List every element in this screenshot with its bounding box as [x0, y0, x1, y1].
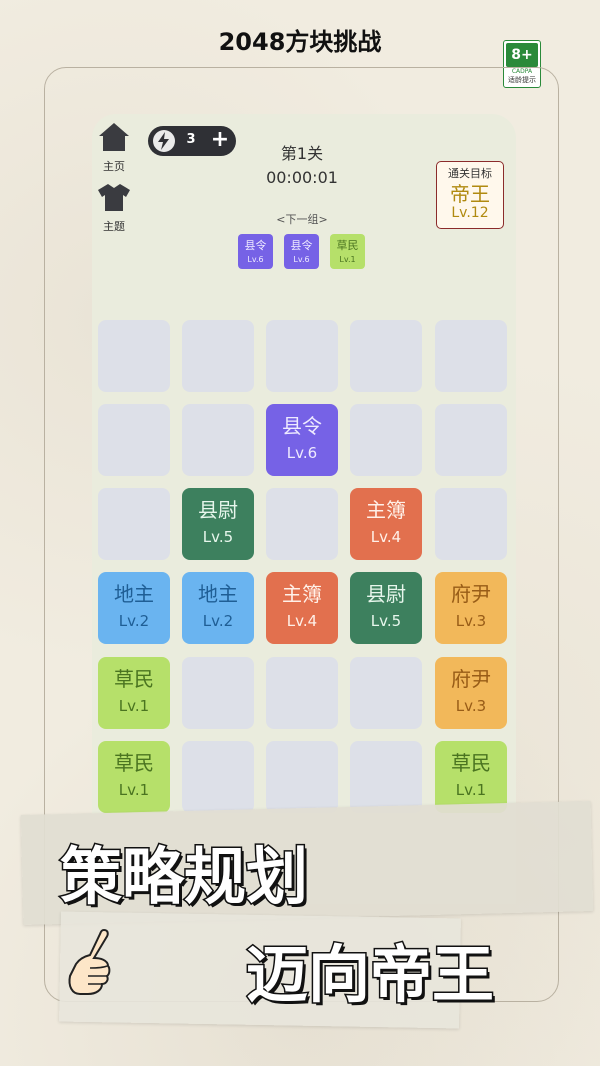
goal-label: 通关目标 — [448, 167, 492, 180]
age-rating: 8+ — [506, 43, 538, 67]
board-tile[interactable]: 府尹 Lv.3 — [435, 572, 507, 644]
slogan-line-2: 迈向帝王 — [244, 937, 495, 1013]
board-cell-empty[interactable] — [98, 320, 170, 392]
next-piece: 草民 Lv.1 — [330, 234, 365, 269]
next-piece-name: 县令 — [244, 239, 267, 252]
theme-label: 主题 — [103, 220, 125, 233]
tile-name: 县令 — [282, 414, 322, 438]
board-tile[interactable]: 主簿 Lv.4 — [266, 572, 338, 644]
board-tile[interactable]: 草民 Lv.1 — [98, 657, 170, 729]
board-cell-empty[interactable] — [435, 488, 507, 560]
tile-name: 地主 — [198, 582, 238, 606]
tile-name: 主簿 — [366, 498, 406, 522]
board-cell-empty[interactable] — [182, 657, 254, 729]
board-cell-empty[interactable] — [182, 404, 254, 476]
tile-level: Lv.3 — [455, 612, 487, 630]
board-cell-empty[interactable] — [435, 320, 507, 392]
board-cell-empty[interactable] — [350, 657, 422, 729]
next-piece-name: 县令 — [290, 239, 313, 252]
tile-level: Lv.1 — [118, 781, 150, 799]
board-cell-empty[interactable] — [98, 488, 170, 560]
tile-name: 草民 — [451, 751, 491, 775]
slogan-line-1: 策略规划 — [58, 839, 309, 915]
pointing-hand-icon — [68, 928, 111, 995]
home-icon — [99, 123, 129, 151]
board-tile[interactable]: 草民 Lv.1 — [435, 741, 507, 813]
theme-button[interactable]: 主题 — [96, 182, 132, 234]
board-cell-empty[interactable] — [350, 741, 422, 813]
tile-level: Lv.1 — [455, 781, 487, 799]
next-piece-level: Lv.1 — [339, 255, 356, 264]
board-tile[interactable]: 县令 Lv.6 — [266, 404, 338, 476]
shirt-icon — [98, 184, 130, 211]
tile-name: 县尉 — [198, 498, 238, 522]
board-cell-empty[interactable] — [350, 404, 422, 476]
goal-level: Lv.12 — [451, 205, 489, 221]
next-piece-level: Lv.6 — [293, 255, 310, 264]
board-cell-empty[interactable] — [350, 320, 422, 392]
level-title: 第1关 — [280, 144, 324, 163]
tile-name: 草民 — [114, 751, 154, 775]
tile-name: 草民 — [114, 667, 154, 691]
home-label: 主页 — [103, 160, 125, 173]
home-button[interactable]: 主页 — [96, 122, 132, 174]
next-piece-name: 草民 — [336, 239, 359, 252]
board-cell-empty[interactable] — [266, 741, 338, 813]
add-energy-button[interactable]: + — [208, 127, 232, 153]
board-cell-empty[interactable] — [266, 488, 338, 560]
board-cell-empty[interactable] — [182, 320, 254, 392]
goal-card: 通关目标 帝王 Lv.12 — [436, 161, 504, 229]
tile-level: Lv.5 — [370, 612, 402, 630]
board-tile[interactable]: 府尹 Lv.3 — [435, 657, 507, 729]
board-tile[interactable]: 县尉 Lv.5 — [182, 488, 254, 560]
tile-level: Lv.2 — [202, 612, 234, 630]
board-tile[interactable]: 草民 Lv.1 — [98, 741, 170, 813]
tile-level: Lv.5 — [202, 528, 234, 546]
tile-name: 县尉 — [366, 582, 406, 606]
tile-name: 府尹 — [451, 667, 491, 691]
next-group-label: <下一组> — [276, 213, 328, 226]
tile-level: Lv.1 — [118, 697, 150, 715]
board-tile[interactable]: 地主 Lv.2 — [98, 572, 170, 644]
board-cell-empty[interactable] — [266, 657, 338, 729]
energy-counter: 3 + — [148, 126, 236, 156]
tile-name: 主簿 — [282, 582, 322, 606]
tile-level: Lv.4 — [370, 528, 402, 546]
board-cell-empty[interactable] — [182, 741, 254, 813]
next-piece-level: Lv.6 — [247, 255, 264, 264]
tile-level: Lv.6 — [286, 444, 318, 462]
tile-level: Lv.2 — [118, 612, 150, 630]
board-tile[interactable]: 地主 Lv.2 — [182, 572, 254, 644]
board-tile[interactable]: 主簿 Lv.4 — [350, 488, 422, 560]
energy-count: 3 — [186, 132, 196, 147]
tile-level: Lv.4 — [286, 612, 318, 630]
tile-name: 地主 — [114, 582, 154, 606]
tile-level: Lv.3 — [455, 697, 487, 715]
next-piece: 县令 Lv.6 — [284, 234, 319, 269]
level-timer: 00:00:01 — [266, 168, 338, 187]
goal-name: 帝王 — [450, 182, 490, 206]
lightning-icon — [153, 130, 175, 152]
board-cell-empty[interactable] — [266, 320, 338, 392]
board-cell-empty[interactable] — [435, 404, 507, 476]
board-tile[interactable]: 县尉 Lv.5 — [350, 572, 422, 644]
board-cell-empty[interactable] — [98, 404, 170, 476]
tile-name: 府尹 — [451, 582, 491, 606]
next-piece: 县令 Lv.6 — [238, 234, 273, 269]
